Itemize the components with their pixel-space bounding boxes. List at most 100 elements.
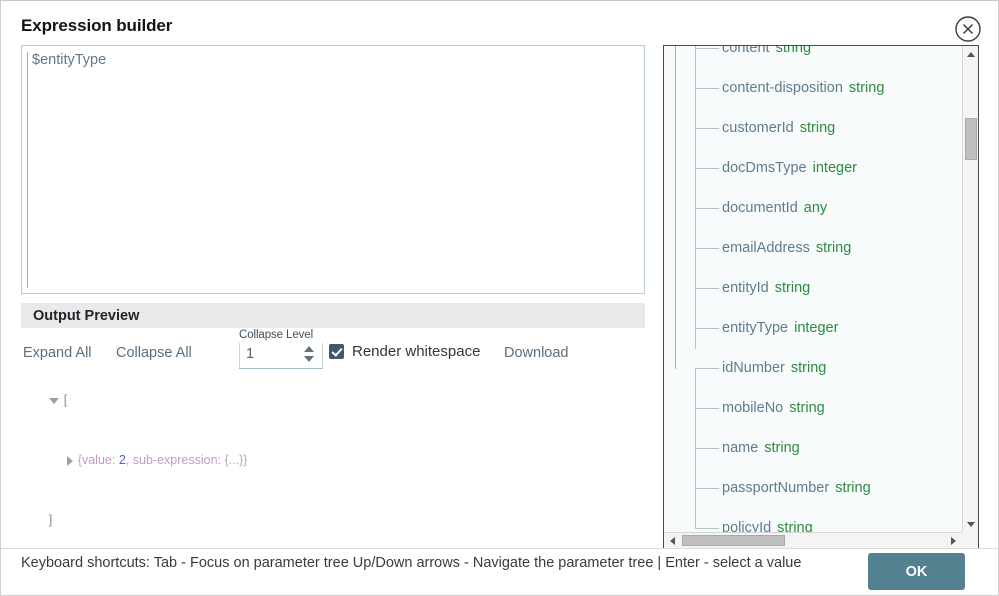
- tree-node-type: string: [777, 520, 813, 532]
- render-whitespace-checkbox[interactable]: [329, 344, 344, 359]
- ok-button[interactable]: OK: [868, 553, 965, 590]
- tree-node-label: docDmsType integer: [722, 160, 857, 176]
- expression-builder-dialog: Expression builder $entityType Output Pr…: [0, 0, 999, 596]
- scroll-right-icon[interactable]: [946, 533, 962, 548]
- render-whitespace-label: Render whitespace: [352, 343, 481, 360]
- tree-node-type: string: [764, 440, 800, 456]
- tree-node-type: string: [799, 120, 836, 136]
- parameter-tree-viewport: content string content-disposition string cu…: [664, 46, 962, 532]
- tree-connector: [695, 168, 719, 169]
- json-row: ]: [21, 490, 645, 550]
- tree-node-label: name string: [722, 440, 800, 456]
- tree-node-label: content string: [722, 46, 811, 58]
- close-icon[interactable]: [954, 15, 982, 43]
- scrollbar-corner: [962, 532, 978, 548]
- json-key-value: value:: [81, 453, 116, 467]
- tree-node-type: string: [815, 240, 852, 256]
- page-title: Expression builder: [21, 16, 173, 35]
- stepper-up-icon[interactable]: [304, 346, 314, 352]
- expression-editor[interactable]: $entityType: [21, 45, 645, 294]
- json-output: [ {value: 2, sub-expression: {...}} ]: [21, 370, 645, 550]
- tree-node-label: emailAddress string: [722, 240, 852, 256]
- tree-node-type: string: [775, 46, 812, 56]
- parameter-tree-panel[interactable]: content string content-disposition string cu…: [663, 45, 979, 549]
- tree-horizontal-scrollbar[interactable]: [664, 532, 978, 548]
- json-brace-close: }: [243, 453, 248, 467]
- json-close-bracket: ]: [48, 513, 53, 527]
- tree-node-content-disposition[interactable]: content-disposition string: [664, 78, 962, 98]
- tree-node-label: idNumber string: [722, 360, 827, 376]
- tree-node-entitytype[interactable]: entityType integer: [664, 318, 962, 338]
- scroll-down-icon[interactable]: [963, 516, 978, 532]
- tree-connector: [695, 328, 719, 329]
- keyboard-shortcuts-text: Keyboard shortcuts: Tab - Focus on param…: [21, 555, 802, 571]
- collapse-all-button[interactable]: Collapse All: [116, 345, 192, 361]
- tree-node-entityid[interactable]: entityId string: [664, 278, 962, 298]
- tree-node-docdmstype[interactable]: docDmsType integer: [664, 158, 962, 178]
- tree-node-type: string: [774, 280, 811, 296]
- json-open-bracket: [: [63, 393, 68, 407]
- json-key-subexpression: sub-expression:: [132, 453, 221, 467]
- stepper-arrows[interactable]: [304, 346, 315, 366]
- json-value-number: 2: [118, 453, 126, 467]
- tree-connector: [695, 208, 719, 209]
- tree-node-documentid[interactable]: documentId any: [664, 198, 962, 218]
- tree-node-passportnumber[interactable]: passportNumber string: [664, 478, 962, 498]
- footer-divider: [1, 548, 998, 549]
- tree-connector: [695, 448, 719, 449]
- tree-node-emailaddress[interactable]: emailAddress string: [664, 238, 962, 258]
- editor-caret: [27, 52, 28, 288]
- tree-connector: [695, 368, 719, 369]
- scroll-up-icon[interactable]: [963, 46, 978, 62]
- scroll-left-icon[interactable]: [664, 533, 680, 548]
- tree-node-content[interactable]: content string: [664, 46, 962, 58]
- tree-connector: [695, 128, 719, 129]
- output-preview-toolbar: Expand All Collapse All Collapse Level 1…: [21, 328, 645, 372]
- tree-node-type: integer: [794, 320, 839, 336]
- tree-connector: [695, 248, 719, 249]
- download-button[interactable]: Download: [504, 345, 569, 361]
- expand-all-button[interactable]: Expand All: [23, 345, 92, 361]
- output-preview-header: Output Preview: [21, 303, 645, 328]
- stepper-down-icon[interactable]: [304, 356, 314, 362]
- tree-node-mobileno[interactable]: mobileNo string: [664, 398, 962, 418]
- tree-node-label: entityId string: [722, 280, 811, 296]
- tree-node-label: entityType integer: [722, 320, 839, 336]
- tree-node-name[interactable]: name string: [664, 438, 962, 458]
- tree-connector: [695, 88, 719, 89]
- tree-node-type: string: [835, 480, 871, 496]
- tree-node-type: string: [848, 80, 885, 96]
- tree-node-type: string: [789, 400, 825, 416]
- collapse-level-value: 1: [246, 346, 255, 362]
- json-row[interactable]: [: [21, 370, 645, 430]
- tree-node-customerid[interactable]: customerId string: [664, 118, 962, 138]
- tree-node-label: documentId any: [722, 200, 828, 216]
- vertical-scroll-thumb[interactable]: [965, 118, 977, 160]
- tree-node-type: string: [790, 360, 827, 376]
- tree-connector: [695, 48, 719, 49]
- json-value-object: {...}: [224, 453, 244, 467]
- tree-node-label: mobileNo string: [722, 400, 825, 416]
- expression-editor-value: $entityType: [32, 52, 107, 68]
- render-whitespace-toggle[interactable]: Render whitespace: [329, 343, 480, 360]
- tree-connector: [695, 488, 719, 489]
- left-column: $entityType Output Preview Expand All Co…: [21, 45, 645, 550]
- collapse-level-group: Collapse Level 1: [239, 329, 325, 369]
- parameter-tree: content string content-disposition string cu…: [664, 46, 962, 532]
- tree-vertical-scrollbar[interactable]: [962, 46, 978, 532]
- horizontal-scroll-thumb[interactable]: [682, 535, 785, 546]
- tree-node-label: content-disposition string: [722, 80, 885, 96]
- tree-node-idnumber[interactable]: idNumber string: [664, 358, 962, 378]
- chevron-right-icon[interactable]: [66, 455, 73, 466]
- tree-connector: [695, 408, 719, 409]
- collapse-level-label: Collapse Level: [239, 329, 314, 341]
- tree-connector: [695, 288, 719, 289]
- tree-node-type: integer: [812, 160, 857, 176]
- tree-node-policyid[interactable]: policyId string: [664, 518, 962, 532]
- tree-connector: [695, 528, 719, 529]
- tree-node-label: passportNumber string: [722, 480, 871, 496]
- collapse-level-stepper[interactable]: 1: [239, 343, 323, 369]
- json-row[interactable]: {value: 2, sub-expression: {...}}: [21, 430, 645, 490]
- chevron-down-icon[interactable]: [48, 397, 59, 404]
- tree-node-label: policyId string: [722, 518, 813, 532]
